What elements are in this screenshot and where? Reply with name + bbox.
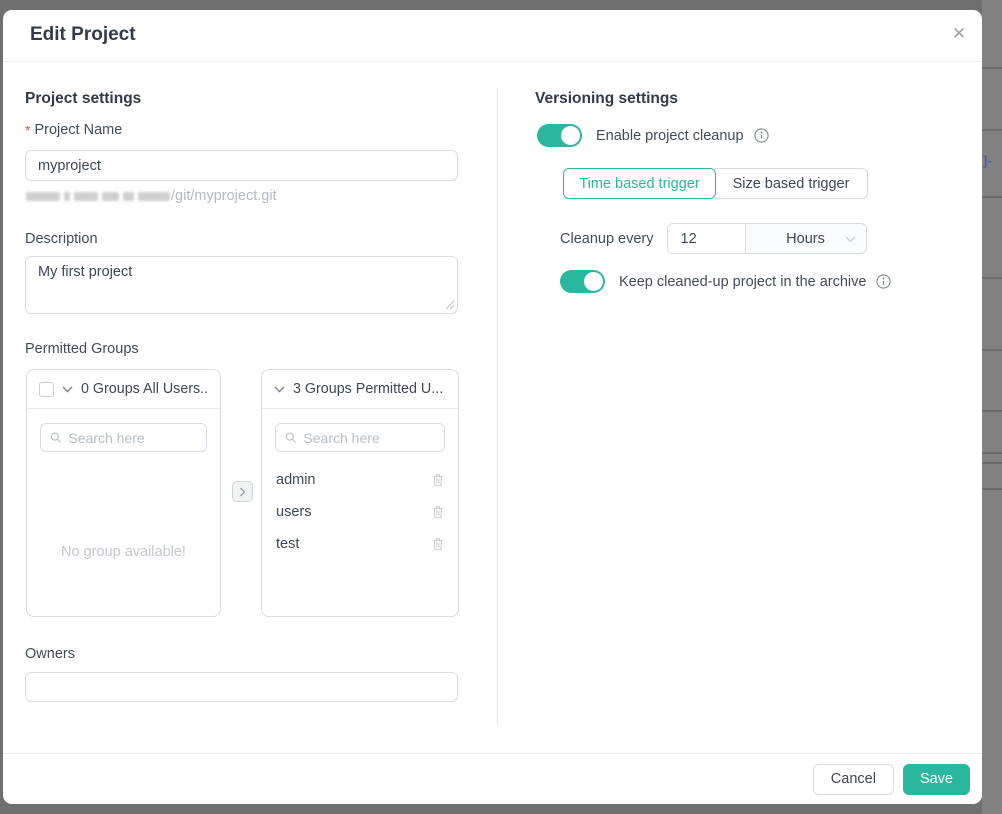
column-divider: [497, 88, 498, 725]
owners-label: Owners: [25, 646, 75, 662]
list-item[interactable]: admin: [262, 464, 458, 496]
description-label: Description: [25, 231, 98, 247]
enable-cleanup-toggle[interactable]: [537, 124, 582, 147]
available-search-input[interactable]: [68, 430, 197, 446]
toggle-knob: [561, 126, 580, 145]
trigger-tab-group: Time based trigger Size based trigger: [563, 168, 868, 199]
close-icon[interactable]: ✕: [948, 23, 970, 45]
trash-icon[interactable]: [432, 537, 444, 551]
group-name: users: [276, 504, 311, 520]
chevron-down-icon: [845, 236, 856, 243]
search-icon: [50, 431, 61, 444]
info-circle-icon[interactable]: [876, 274, 891, 289]
available-search-box: [40, 423, 207, 452]
git-url: /git/myproject.git: [26, 188, 277, 204]
keep-archive-toggle[interactable]: [560, 270, 605, 293]
owners-input[interactable]: [25, 672, 458, 702]
permitted-groups-list: admin users test: [262, 464, 458, 560]
list-item[interactable]: test: [262, 528, 458, 560]
cleanup-every-row: Cleanup every Hours: [560, 223, 867, 254]
cleanup-unit-value: Hours: [786, 231, 825, 247]
git-url-redacted: [26, 192, 60, 201]
cleanup-interval-input[interactable]: [668, 224, 746, 253]
project-name-label: Project Name: [34, 122, 122, 138]
permitted-groups-header-label: 3 Groups Permitted U...: [293, 381, 443, 397]
trash-icon[interactable]: [432, 505, 444, 519]
group-name: admin: [276, 472, 316, 488]
permitted-search-input[interactable]: [303, 430, 435, 446]
permitted-groups-panel: 3 Groups Permitted U... admin users: [261, 369, 459, 617]
required-asterisk: *: [25, 122, 30, 138]
transfer-right-button[interactable]: [232, 481, 253, 502]
trash-icon[interactable]: [432, 473, 444, 487]
chevron-down-icon[interactable]: [274, 386, 285, 393]
chevron-right-icon: [239, 487, 247, 497]
description-textarea[interactable]: My first project: [25, 256, 458, 314]
no-group-available-text: No group available!: [27, 544, 220, 560]
enable-cleanup-label: Enable project cleanup: [596, 128, 744, 144]
group-name: test: [276, 536, 299, 552]
tab-time-based-trigger[interactable]: Time based trigger: [563, 168, 716, 199]
permitted-search-box: [275, 423, 445, 452]
available-groups-header: 0 Groups All Users...: [27, 370, 220, 409]
permitted-groups-header: 3 Groups Permitted U...: [262, 370, 458, 409]
toggle-knob: [584, 272, 603, 291]
list-item[interactable]: users: [262, 496, 458, 528]
available-groups-panel: 0 Groups All Users... No group available…: [26, 369, 221, 617]
tab-size-based-trigger[interactable]: Size based trigger: [715, 168, 868, 199]
dimmed-background-strip: [982, 0, 1002, 814]
enable-cleanup-row: Enable project cleanup: [537, 124, 769, 147]
cleanup-every-label: Cleanup every: [560, 231, 654, 247]
save-button[interactable]: Save: [903, 764, 970, 795]
search-icon: [285, 431, 296, 444]
description-field-wrap: My first project: [25, 256, 458, 314]
select-all-checkbox[interactable]: [39, 382, 54, 397]
modal-footer: Cancel Save: [3, 753, 982, 804]
project-settings-heading: Project settings: [25, 90, 141, 108]
modal-header: Edit Project ✕: [3, 10, 982, 62]
screen: ]- Edit Project ✕ Project settings * Pro…: [0, 0, 1002, 814]
cleanup-unit-select[interactable]: Hours: [746, 224, 866, 253]
page-title: Edit Project: [30, 24, 136, 46]
git-url-suffix: /git/myproject.git: [171, 188, 277, 204]
versioning-settings-heading: Versioning settings: [535, 90, 678, 108]
project-name-input[interactable]: [25, 150, 458, 181]
info-circle-icon[interactable]: [754, 128, 769, 143]
keep-archive-row: Keep cleaned-up project in the archive: [560, 270, 891, 293]
project-name-label-row: * Project Name: [25, 122, 122, 138]
background-text-fragment: ]-: [983, 153, 992, 168]
resize-handle-icon[interactable]: [445, 300, 455, 310]
cleanup-interval-group: Hours: [667, 223, 867, 254]
available-groups-header-label: 0 Groups All Users...: [81, 381, 208, 397]
keep-archive-label: Keep cleaned-up project in the archive: [619, 274, 866, 290]
cancel-button[interactable]: Cancel: [813, 764, 894, 795]
edit-project-modal: Edit Project ✕ Project settings * Projec…: [3, 10, 982, 804]
chevron-down-icon[interactable]: [62, 386, 73, 393]
permitted-groups-label: Permitted Groups: [25, 341, 139, 357]
